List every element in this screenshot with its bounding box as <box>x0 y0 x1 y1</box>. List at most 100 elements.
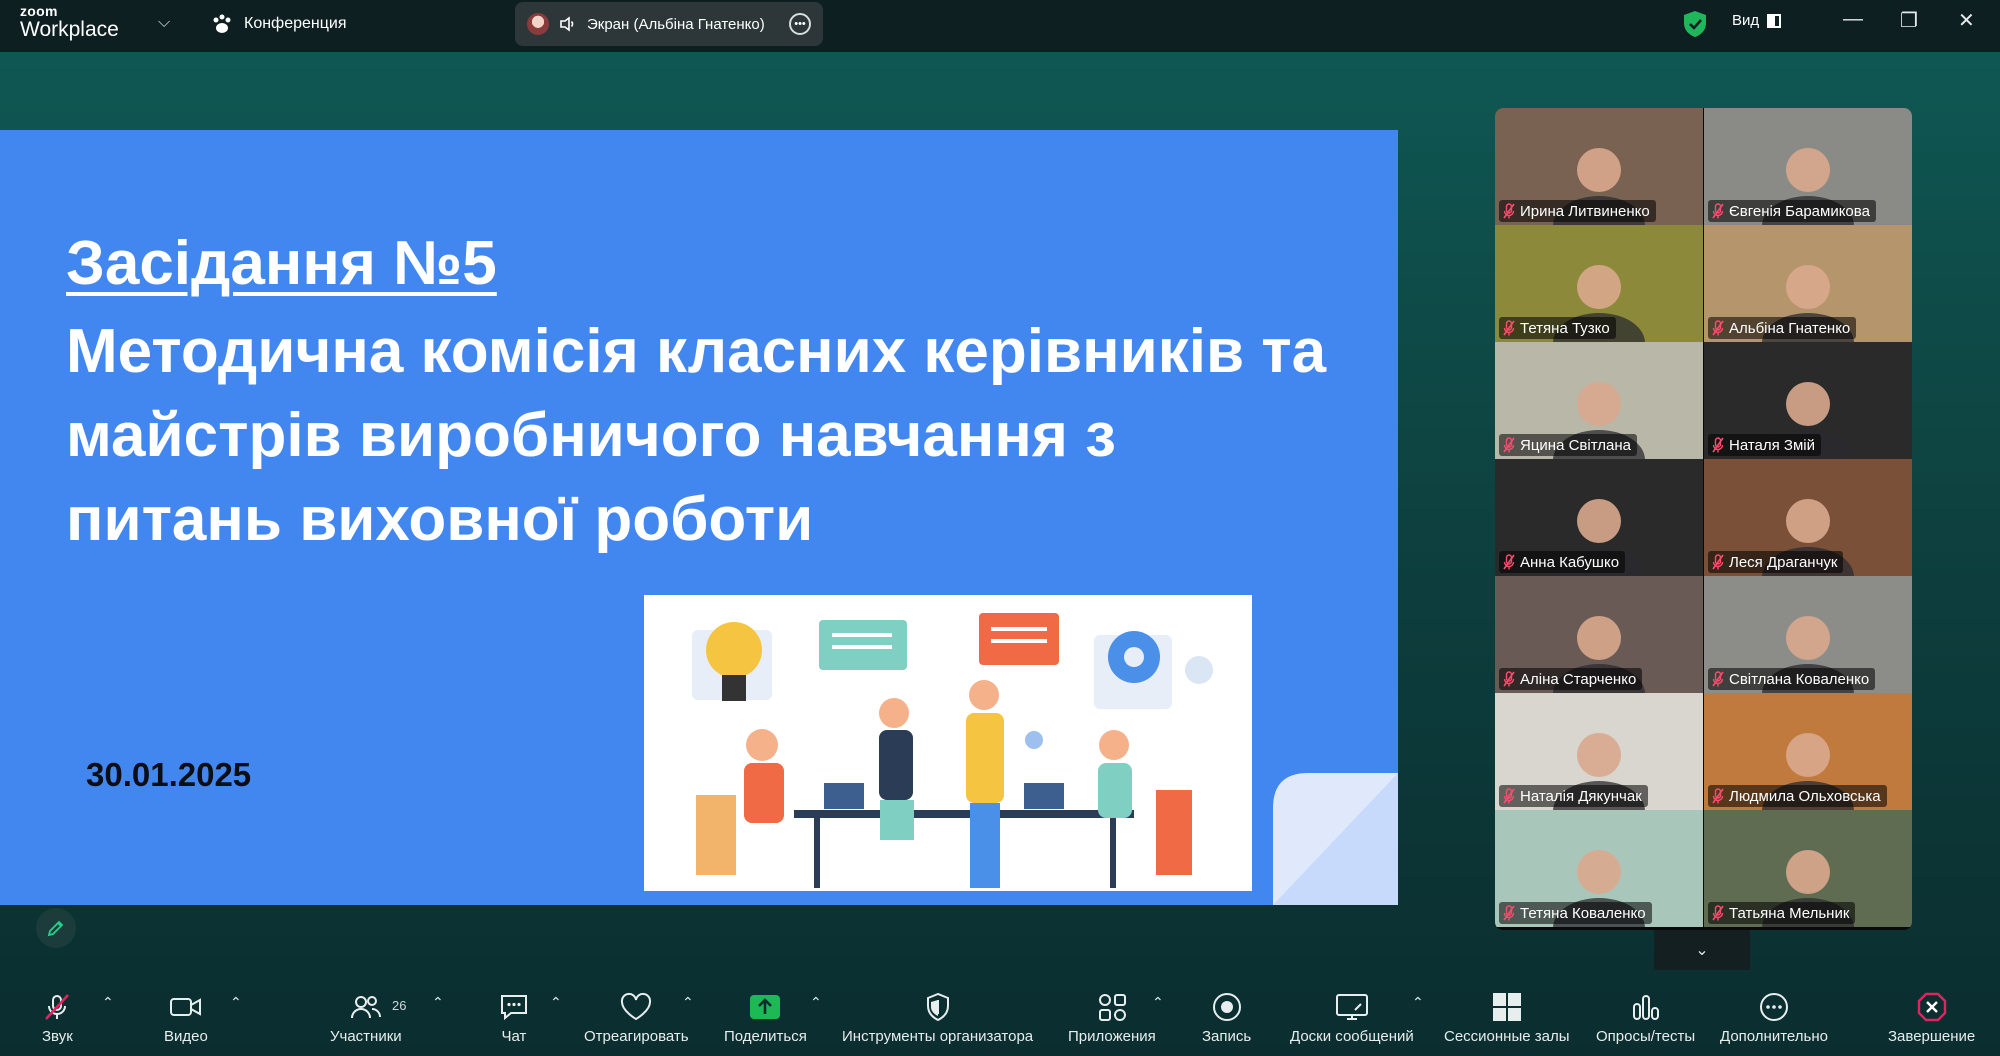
participant-nameplate: Альбіна Гнатенко <box>1708 317 1857 339</box>
annotate-pencil-icon[interactable] <box>36 908 76 948</box>
participant-nameplate: Світлана Коваленко <box>1708 668 1876 690</box>
participant-name: Альбіна Гнатенко <box>1729 319 1851 337</box>
view-button[interactable]: Вид <box>1732 12 1782 29</box>
whiteboards-button[interactable]: Доски сообщений <box>1290 990 1414 1045</box>
slide-date: 30.01.2025 <box>86 756 252 793</box>
share-options-chevron-icon[interactable]: ⌃ <box>810 994 822 1011</box>
participant-tile[interactable]: Наталія Дякунчак <box>1495 693 1703 810</box>
participant-tile[interactable]: Тетяна Коваленко <box>1495 810 1703 927</box>
screen-share-indicator[interactable]: Экран (Альбіна Гнатенко) ••• <box>515 2 823 46</box>
slide-illustration <box>644 595 1252 891</box>
mic-muted-icon <box>1503 320 1515 336</box>
participant-name: Світлана Коваленко <box>1729 670 1870 688</box>
participant-tile[interactable]: Аліна Старченко <box>1495 576 1703 693</box>
mic-muted-icon <box>1503 788 1515 804</box>
apps-button[interactable]: Приложения <box>1068 990 1156 1045</box>
participant-tile[interactable]: Людмила Ольховська <box>1704 693 1912 810</box>
video-options-chevron-icon[interactable]: ⌃ <box>230 994 242 1011</box>
participant-tile[interactable]: Альбіна Гнатенко <box>1704 225 1912 342</box>
participant-tile[interactable]: Леся Драганчук <box>1704 459 1912 576</box>
audio-button[interactable]: Звук <box>42 990 73 1045</box>
audio-label: Звук <box>42 1028 73 1045</box>
gallery-scroll-down-icon[interactable]: ⌄ <box>1654 930 1750 970</box>
participant-name: Татьяна Мельник <box>1729 904 1850 922</box>
share-screen-button[interactable]: Поделиться <box>724 990 807 1045</box>
participant-nameplate: Леся Драганчук <box>1708 551 1844 573</box>
mic-muted-icon <box>1712 671 1724 687</box>
participants-icon <box>350 990 382 1024</box>
share-label-toolbar: Поделиться <box>724 1028 807 1045</box>
apps-options-chevron-icon[interactable]: ⌃ <box>1152 994 1164 1011</box>
mic-muted-icon <box>1503 905 1515 921</box>
participant-tile[interactable]: Світлана Коваленко <box>1704 576 1912 693</box>
participants-options-chevron-icon[interactable]: ⌃ <box>432 994 444 1011</box>
breakout-rooms-label: Сессионные залы <box>1444 1028 1570 1045</box>
slide-title: Засідання №5 <box>66 229 497 298</box>
participant-tile[interactable]: Татьяна Мельник <box>1704 810 1912 927</box>
chat-button[interactable]: Чат <box>498 990 530 1045</box>
mic-muted-icon <box>1712 788 1724 804</box>
participant-name: Анна Кабушко <box>1520 553 1620 571</box>
participant-name: Тетяна Коваленко <box>1520 904 1646 922</box>
apps-grid-icon <box>1096 990 1128 1024</box>
participant-nameplate: Тетяна Тузко <box>1499 317 1616 339</box>
whiteboards-label: Доски сообщений <box>1290 1028 1414 1045</box>
participant-nameplate: Яцина Світлана <box>1499 434 1637 456</box>
share-arrow-icon <box>749 990 781 1024</box>
participants-label: Участники <box>330 1028 402 1045</box>
shared-screen: Засідання №5 Методична комісія класних к… <box>0 130 1398 905</box>
mic-muted-icon <box>1712 203 1724 219</box>
meeting-label: Конференция <box>244 15 347 32</box>
minimize-icon[interactable]: — <box>1843 8 1863 31</box>
participant-tile[interactable]: Наталя Змій <box>1704 342 1912 459</box>
end-meeting-button[interactable]: Завершение <box>1888 990 1975 1045</box>
participant-tile[interactable]: Яцина Світлана <box>1495 342 1703 459</box>
title-bar: zoom Workplace ⌵ Конференция Экран (Альб… <box>0 0 2000 52</box>
whiteboard-icon <box>1335 990 1369 1024</box>
more-label: Дополнительно <box>1720 1028 1828 1045</box>
participant-nameplate: Аліна Старченко <box>1499 668 1643 690</box>
slide-subtitle: Методична комісія класних керівників та … <box>66 317 1327 554</box>
chevron-down-icon[interactable]: ⌵ <box>158 14 170 32</box>
polls-button[interactable]: Опросы/тесты <box>1596 990 1695 1045</box>
participant-tile[interactable]: Тетяна Тузко <box>1495 225 1703 342</box>
react-button[interactable]: Отреагировать <box>584 990 689 1045</box>
whiteboards-options-chevron-icon[interactable]: ⌃ <box>1412 994 1424 1011</box>
chat-options-chevron-icon[interactable]: ⌃ <box>550 994 562 1011</box>
participant-name: Тетяна Тузко <box>1520 319 1610 337</box>
apps-label: Приложения <box>1068 1028 1156 1045</box>
participant-nameplate: Татьяна Мельник <box>1708 902 1856 924</box>
host-tools-button[interactable]: Инструменты организатора <box>842 990 1033 1045</box>
more-options-icon[interactable]: ••• <box>789 13 811 35</box>
participant-tile[interactable]: Євгенія Барамикова <box>1704 108 1912 225</box>
meeting-info-button[interactable]: Конференция <box>210 12 347 36</box>
react-options-chevron-icon[interactable]: ⌃ <box>682 994 694 1011</box>
participant-gallery: Ирина Литвиненко Євгенія Барамикова Тетяна… <box>1495 108 1912 930</box>
security-shield-icon[interactable] <box>1682 10 1708 38</box>
mic-muted-icon <box>1503 671 1515 687</box>
participant-nameplate: Людмила Ольховська <box>1708 785 1887 807</box>
more-button[interactable]: Дополнительно <box>1720 990 1828 1045</box>
participant-name: Євгенія Барамикова <box>1729 202 1870 220</box>
restore-icon[interactable]: ❐ <box>1900 8 1918 33</box>
participant-tile[interactable]: Анна Кабушко <box>1495 459 1703 576</box>
meeting-paw-icon <box>213 14 231 33</box>
chat-bubble-icon <box>498 990 530 1024</box>
participant-tile[interactable]: Ирина Литвиненко <box>1495 108 1703 225</box>
more-dots-icon <box>1758 990 1790 1024</box>
record-label: Запись <box>1202 1028 1252 1045</box>
participant-nameplate: Наталія Дякунчак <box>1499 785 1648 807</box>
video-button[interactable]: Видео <box>164 990 208 1045</box>
audio-options-chevron-icon[interactable]: ⌃ <box>102 994 114 1011</box>
chat-label: Чат <box>501 1028 527 1045</box>
breakout-rooms-button[interactable]: Сессионные залы <box>1444 990 1570 1045</box>
logo-line2: Workplace <box>20 18 119 41</box>
end-meeting-icon <box>1916 990 1948 1024</box>
video-label: Видео <box>164 1028 208 1045</box>
mic-muted-icon <box>1712 320 1724 336</box>
participants-button[interactable]: Участники <box>330 990 402 1045</box>
zoom-logo: zoom Workplace <box>20 4 119 40</box>
record-button[interactable]: Запись <box>1202 990 1251 1045</box>
close-icon[interactable]: ✕ <box>1958 8 1975 33</box>
slide-corner-decoration <box>1273 773 1398 905</box>
